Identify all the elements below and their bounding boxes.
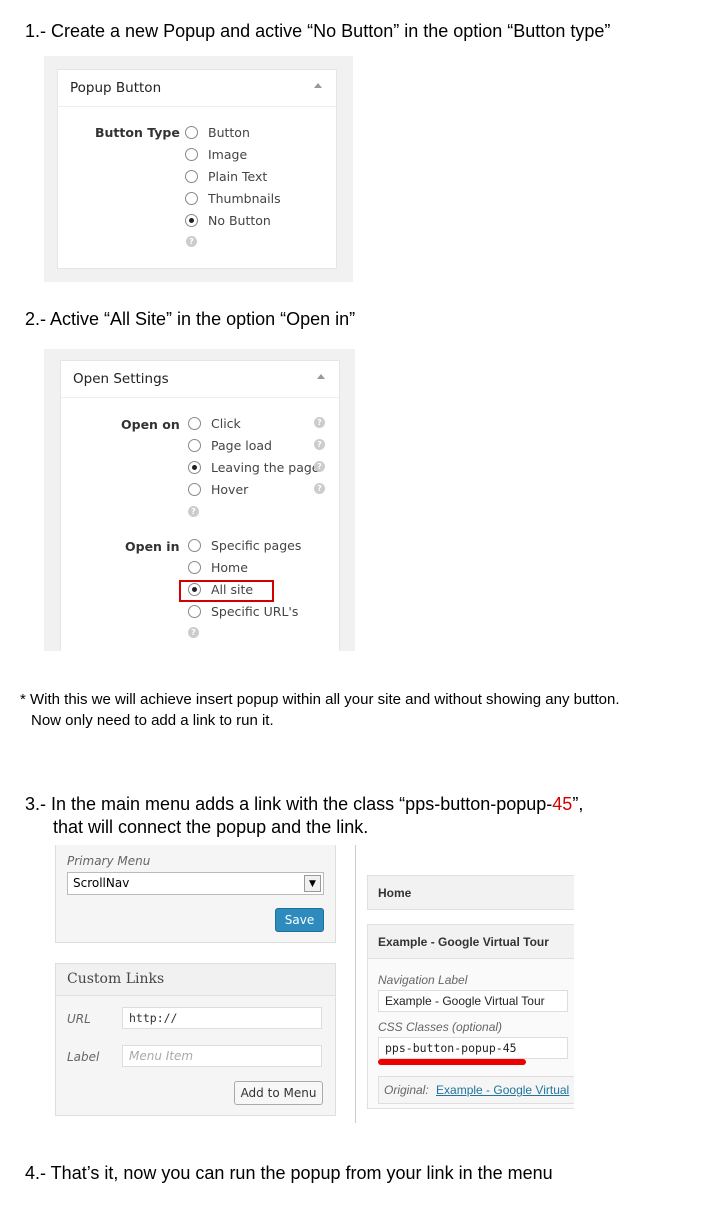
url-input[interactable]: http://	[122, 1007, 322, 1029]
divider	[355, 845, 356, 1123]
step-2-heading: 2.- Active “All Site” in the option “Ope…	[25, 309, 356, 329]
css-class-underline	[378, 1059, 526, 1065]
step-3-text-end: ”,	[572, 794, 584, 814]
radio-label: No Button	[208, 212, 271, 228]
help-icon[interactable]: ?	[314, 483, 325, 494]
popup-button-metabox: Popup Button Button Type Button Image Plai…	[57, 69, 337, 269]
popup-id-number: 45	[552, 794, 573, 814]
collapse-toggle-icon[interactable]	[314, 83, 322, 88]
help-icon[interactable]: ?	[314, 439, 325, 450]
popup-button-screenshot: Popup Button Button Type Button Image Plai…	[44, 56, 353, 282]
radio-label: Button	[208, 124, 250, 140]
menu-item-home[interactable]: Home	[367, 875, 574, 910]
radio-button[interactable]	[185, 213, 198, 227]
radio-option-page-load[interactable]: Page load	[188, 436, 272, 454]
help-icon[interactable]: ?	[188, 627, 199, 638]
css-classes-label: CSS Classes (optional)	[378, 1020, 503, 1034]
note-line-1: * With this we will achieve insert popup…	[20, 691, 620, 708]
radio-option-plain-text[interactable]: Plain Text	[185, 167, 267, 185]
radio-label: Specific pages	[211, 537, 302, 553]
menu-select[interactable]: ScrollNav ▼	[67, 872, 324, 895]
radio-option-home[interactable]: Home	[188, 558, 248, 576]
url-label: URL	[67, 1012, 91, 1026]
original-link[interactable]: Example - Google Virtual	[436, 1083, 569, 1097]
radio-label: Home	[211, 559, 248, 575]
radio-option-specific-url-s[interactable]: Specific URL's	[188, 602, 298, 620]
metabox-title: Open Settings	[73, 371, 169, 387]
original-box: Original: Example - Google Virtual	[378, 1076, 574, 1104]
radio-button[interactable]	[185, 147, 198, 161]
collapse-toggle-icon[interactable]	[317, 374, 325, 379]
step-3-heading: 3.- In the main menu adds a link with th…	[25, 793, 583, 816]
open-settings-screenshot: Open Settings Open on Click? Page load? Le…	[44, 349, 355, 651]
radio-label: Page load	[211, 437, 272, 453]
primary-menu-panel: Primary Menu ScrollNav ▼ Save	[55, 845, 336, 943]
radio-option-image[interactable]: Image	[185, 145, 247, 163]
radio-button[interactable]	[188, 604, 201, 618]
radio-label: Specific URL's	[211, 603, 299, 619]
custom-links-title: Custom Links	[67, 971, 165, 987]
open-settings-metabox: Open Settings Open on Click? Page load? Le…	[60, 360, 340, 651]
radio-option-no-button[interactable]: No Button	[185, 211, 271, 229]
label-input[interactable]: Menu Item	[122, 1045, 322, 1067]
help-icon[interactable]: ?	[188, 506, 199, 517]
radio-option-hover[interactable]: Hover	[188, 480, 248, 498]
menu-structure-crop: Home Example - Google Virtual Tour Navig…	[367, 845, 574, 1123]
help-icon[interactable]: ?	[186, 236, 197, 247]
chevron-down-icon[interactable]: ▼	[304, 875, 321, 892]
radio-button[interactable]	[188, 416, 201, 430]
radio-label: Leaving the page	[211, 459, 320, 475]
metabox-title: Popup Button	[70, 80, 162, 96]
help-icon[interactable]: ?	[314, 461, 325, 472]
primary-menu-label: Primary Menu	[67, 854, 151, 868]
metabox-header[interactable]: Open Settings	[61, 361, 339, 398]
help-icon[interactable]: ?	[314, 417, 325, 428]
all-site-highlight	[179, 580, 274, 602]
radio-button[interactable]	[188, 438, 201, 452]
menu-item-example[interactable]: Example - Google Virtual Tour	[367, 924, 574, 959]
metabox-header[interactable]: Popup Button	[58, 70, 336, 107]
step-3-text: 3.- In the main menu adds a link with th…	[25, 794, 553, 814]
radio-option-button[interactable]: Button	[185, 123, 250, 141]
nav-label-label: Navigation Label	[378, 973, 468, 987]
radio-option-click[interactable]: Click	[188, 414, 241, 432]
radio-option-leaving-the-page[interactable]: Leaving the page	[188, 458, 320, 476]
custom-links-panel: Custom Links URL http:// Label Menu Item…	[55, 963, 336, 1116]
save-button[interactable]: Save	[275, 908, 324, 932]
add-to-menu-button[interactable]: Add to Menu	[234, 1081, 323, 1105]
menu-item-settings: Navigation Label Example - Google Virtua…	[367, 959, 574, 1109]
step-3-heading-line-2: that will connect the popup and the link…	[53, 817, 369, 837]
radio-button[interactable]	[185, 125, 198, 139]
radio-option-specific-pages[interactable]: Specific pages	[188, 536, 301, 554]
css-classes-input[interactable]: pps-button-popup-45	[378, 1037, 568, 1059]
radio-option-thumbnails[interactable]: Thumbnails	[185, 189, 281, 207]
radio-label: Thumbnails	[208, 190, 281, 206]
step-1-heading: 1.- Create a new Popup and active “No Bu…	[25, 21, 611, 41]
step-4-heading: 4.- That’s it, now you can run the popup…	[25, 1163, 553, 1183]
radio-label: Plain Text	[208, 168, 268, 184]
open-in-label: Open in	[125, 539, 180, 554]
radio-button[interactable]	[185, 169, 198, 183]
radio-button[interactable]	[188, 560, 201, 574]
radio-label: Click	[211, 415, 241, 431]
label-label: Label	[67, 1050, 100, 1064]
original-label: Original:	[384, 1083, 429, 1097]
radio-label: Image	[208, 146, 248, 162]
open-on-label: Open on	[121, 417, 180, 432]
radio-button[interactable]	[188, 482, 201, 496]
radio-label: Hover	[211, 481, 249, 497]
nav-label-input[interactable]: Example - Google Virtual Tour	[378, 990, 568, 1012]
radio-button[interactable]	[185, 191, 198, 205]
menu-select-value: ScrollNav	[73, 876, 130, 890]
button-type-label: Button Type	[95, 125, 180, 140]
note-line-2: Now only need to add a link to run it.	[31, 712, 274, 729]
radio-button[interactable]	[188, 460, 201, 474]
radio-button[interactable]	[188, 538, 201, 552]
